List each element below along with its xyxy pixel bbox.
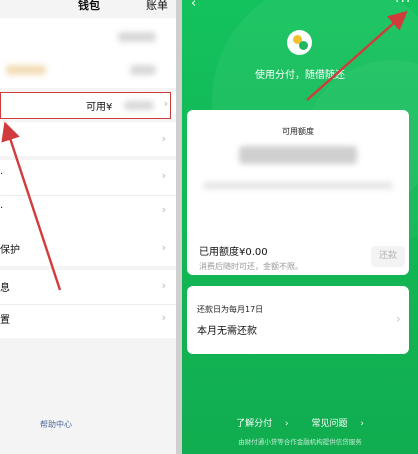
blurred-text [203, 182, 393, 189]
divider [0, 195, 176, 196]
chevron-right-icon: › [161, 279, 166, 292]
footer-links: 了解分付 › 常见问题 › [182, 416, 418, 429]
chevron-right-icon: › [161, 169, 166, 182]
more-icon[interactable]: ··· [395, 0, 411, 10]
chevron-right-icon: › [161, 203, 166, 216]
available-label: 可用额度 [282, 127, 314, 136]
chevron-right-icon: › [396, 312, 401, 326]
fenfu-screen: ‹ ··· 使用分付，随借随还 可用额度 已用额度¥0.00 消费后随时可还，金… [182, 0, 418, 454]
repay-button[interactable]: 还款 [371, 246, 405, 267]
repay-card[interactable]: 还款日为每月17日 本月无需还款 › [187, 286, 409, 354]
wallet-row-group[interactable]: · › · › [0, 160, 176, 232]
repay-date: 还款日为每月17日 [197, 305, 264, 314]
back-icon[interactable]: ‹ [191, 0, 196, 11]
row-label: · [0, 203, 4, 214]
faq-link[interactable]: 常见问题 › [306, 419, 369, 429]
help-center-link[interactable]: 帮助中心 [40, 419, 72, 430]
wallet-row-protect[interactable]: 保护 › [0, 232, 176, 266]
row-label: · [0, 169, 4, 180]
blurred-value [118, 32, 156, 42]
chevron-right-icon: › [161, 132, 166, 145]
highlight-box [0, 92, 171, 119]
row-label: 息 [0, 283, 10, 294]
wallet-row-group[interactable]: 息 › 置 › [0, 270, 176, 338]
wallet-title: 钱包 [78, 0, 100, 12]
wallet-balance-section [0, 18, 176, 88]
bill-link[interactable]: 账单 [146, 0, 168, 13]
wallet-row[interactable]: › [0, 122, 176, 156]
divider [0, 304, 176, 305]
credit-card: 可用额度 已用额度¥0.00 消费后随时可还，金额不限。 还款 [187, 110, 409, 275]
blurred-value [130, 65, 156, 75]
repay-status: 本月无需还款 [197, 326, 257, 337]
chevron-right-icon: › [161, 241, 166, 254]
chevron-right-icon: › [161, 311, 166, 324]
wallet-header: 钱包 账单 [0, 0, 176, 18]
wallet-screen: 钱包 账单 可用¥ › › · › · › 保护 › 息 › 置 › 帮助中心 [0, 0, 176, 454]
logo-dot [299, 41, 308, 50]
used-hint: 消费后随时可还，金额不限。 [199, 262, 303, 271]
row-label: 置 [0, 315, 10, 326]
tagline: 使用分付，随借随还 [255, 70, 345, 81]
used-amount: 已用额度¥0.00 [199, 247, 268, 258]
disclaimer: 由财付通小贷等合作金融机构提供信贷服务 [238, 438, 362, 446]
blurred-value [6, 65, 46, 75]
learn-fenfu-link[interactable]: 了解分付 › [231, 419, 294, 429]
row-label: 保护 [0, 245, 20, 256]
fenfu-logo [287, 30, 312, 55]
blurred-amount [239, 146, 357, 164]
